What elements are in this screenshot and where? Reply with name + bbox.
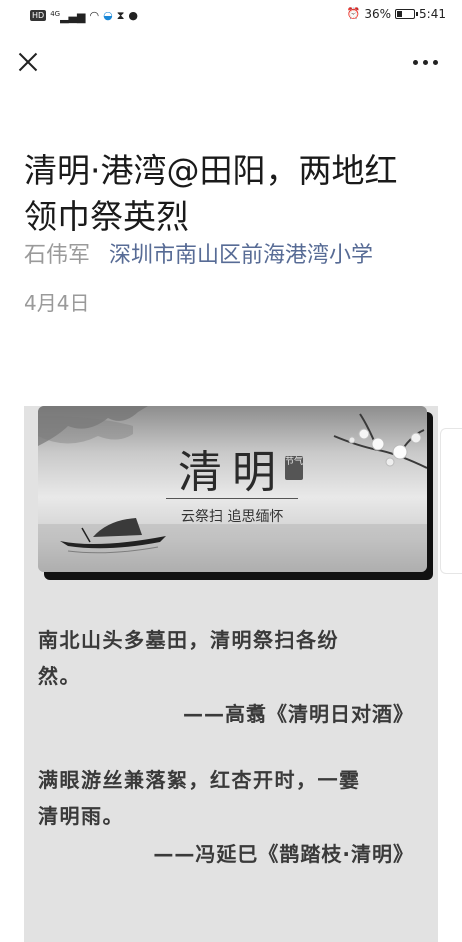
hourglass-icon: ⧗ <box>116 8 125 22</box>
alarm-icon: ⏰ <box>346 7 361 20</box>
article-meta: 石伟军 深圳市南山区前海港湾小学 <box>24 240 373 272</box>
more-icon[interactable] <box>413 60 438 65</box>
poem-line: 南北山头多墓田，清明祭扫各纷 <box>38 628 339 652</box>
chat-icon: ● <box>128 8 139 22</box>
signal-icon: 4G▂▄▆ <box>50 10 86 24</box>
poem-1-source: ——高翥《清明日对酒》 <box>183 702 414 726</box>
article-date: 4月4日 <box>24 291 90 315</box>
battery-icon <box>395 9 419 19</box>
close-icon[interactable] <box>14 48 42 76</box>
banner-divider <box>166 498 298 499</box>
banner-subtitle: 云祭扫 追思缅怀 <box>181 509 284 525</box>
article-title: 清明·港湾@田阳，两地红领巾祭英烈 <box>24 151 398 237</box>
app-icon: ◒ <box>103 8 113 22</box>
banner-image: 清明 节气 云祭扫 追思缅怀 <box>38 406 427 572</box>
clock: 5:41 <box>419 7 446 21</box>
article-author: 石伟军 <box>24 243 91 268</box>
banner-seal: 节气 <box>285 456 303 480</box>
poem-line: 然。 <box>38 664 81 688</box>
network-label: 4G <box>50 10 61 18</box>
hd-icon: HD <box>30 10 47 22</box>
status-bar-right: ⏰ 36% 5:41 <box>347 7 446 21</box>
wifi-icon: ◠ <box>89 8 100 22</box>
poem-1: 南北山头多墓田，清明祭扫各纷 然。 <box>38 622 408 694</box>
poem-2: 满眼游丝兼落絮，红杏开时，一霎 清明雨。 <box>38 762 408 834</box>
account-link[interactable]: 深圳市南山区前海港湾小学 <box>109 243 373 268</box>
nav-bar <box>0 38 462 88</box>
poem-2-source: ——冯延巳《鹊踏枝·清明》 <box>153 842 414 866</box>
side-frame <box>440 428 462 574</box>
status-bar: HD 4G▂▄▆ ◠ ◒ ⧗ ● ⏰ 36% 5:41 <box>0 0 462 30</box>
battery-percent: 36% <box>364 7 392 21</box>
battery-level <box>397 11 403 17</box>
poem-line: 满眼游丝兼落絮，红杏开时，一霎 <box>38 768 361 792</box>
banner-title: 清明 <box>178 447 286 498</box>
status-bar-left: HD 4G▂▄▆ ◠ ◒ ⧗ ● <box>30 7 138 25</box>
poem-line: 清明雨。 <box>38 804 124 828</box>
